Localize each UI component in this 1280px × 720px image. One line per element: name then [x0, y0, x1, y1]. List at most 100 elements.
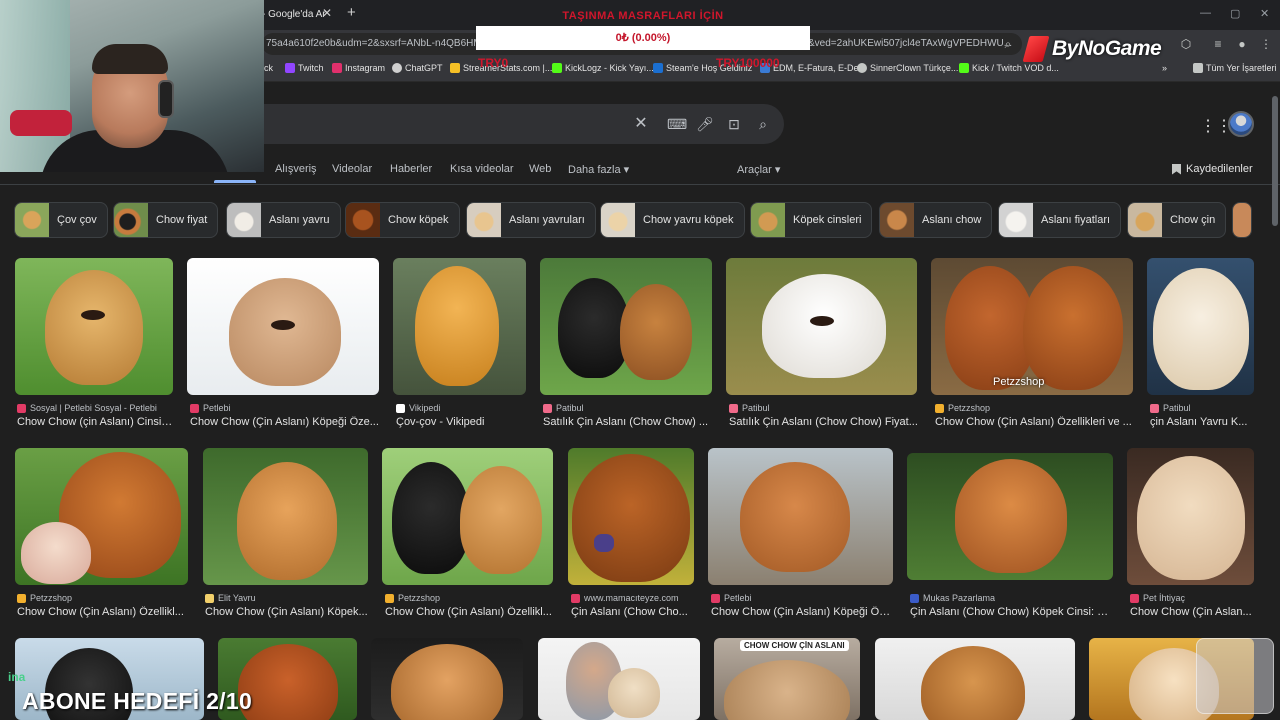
clear-search-icon[interactable]: ✕ — [632, 115, 650, 133]
chip-suggestion[interactable]: Chow fiyat — [113, 202, 219, 238]
chip-suggestion[interactable] — [1232, 202, 1252, 238]
result-title[interactable]: Çin Aslanı (Chow Chow) Köpek Cinsi: Ö... — [910, 606, 1114, 618]
maximize-icon[interactable]: ▢ — [1230, 7, 1240, 20]
chip-suggestion[interactable]: Çov çov — [14, 202, 108, 238]
result-source[interactable]: Petzzshop — [935, 403, 1135, 413]
media-icon[interactable]: ≡ — [1210, 36, 1226, 52]
result-title[interactable]: Çov-çov - Vikipedi — [396, 416, 528, 428]
result-source[interactable]: Patibul — [543, 403, 713, 413]
tools-button[interactable]: Araçlar ▾ — [737, 163, 780, 176]
profile-icon[interactable]: ● — [1234, 36, 1250, 52]
search-icon[interactable]: ⌕ — [754, 115, 772, 133]
tab-short-videos[interactable]: Kısa videolar — [450, 163, 514, 175]
twitch-icon — [285, 63, 295, 73]
result-source[interactable]: Petlebi — [190, 403, 380, 413]
tab-shopping[interactable]: Alışveriş — [275, 163, 317, 175]
result-source[interactable]: Vikipedi — [396, 403, 528, 413]
chip-suggestion[interactable]: Aslanı chow — [879, 202, 993, 238]
result-title[interactable]: Chow Chow (Çin Aslanı) Köpek... — [205, 606, 369, 618]
image-result[interactable] — [15, 448, 188, 585]
chip-thumbnail — [1128, 203, 1162, 237]
image-result[interactable] — [1147, 258, 1254, 395]
image-result[interactable] — [203, 448, 368, 585]
image-result[interactable] — [907, 453, 1113, 580]
image-result[interactable] — [382, 448, 553, 585]
tab-news[interactable]: Haberler — [390, 163, 432, 175]
bookmark-item[interactable]: SinnerClown Türkçe... — [857, 63, 958, 73]
chip-suggestion[interactable]: Aslanı yavru — [226, 202, 341, 238]
image-result[interactable]: Petzzshop — [931, 258, 1133, 395]
dog-shape — [21, 522, 91, 584]
chip-label: Chow fiyat — [156, 214, 208, 226]
new-tab-icon[interactable]: + — [347, 4, 356, 21]
result-source[interactable]: Patibul — [729, 403, 919, 413]
bookmark-item[interactable]: Twitch — [285, 63, 324, 73]
result-title[interactable]: Chow Chow (Çin Aslanı) Köpeği Öz... — [711, 606, 893, 618]
menu-icon[interactable]: ⋮ — [1258, 36, 1274, 52]
result-title[interactable]: Satılık Çin Aslanı (Chow Chow) Fiyat... — [729, 416, 919, 428]
bookmarks-more-icon[interactable]: » — [1162, 63, 1167, 73]
image-result[interactable] — [708, 448, 893, 585]
result-title[interactable]: Çin Aslanı (Chow Cho... — [571, 606, 695, 618]
image-result[interactable] — [1127, 448, 1254, 585]
tab-videos[interactable]: Videolar — [332, 163, 372, 175]
chip-suggestion[interactable]: Chow yavru köpek — [600, 202, 745, 238]
chip-suggestion[interactable]: Chow köpek — [345, 202, 460, 238]
result-source[interactable]: Elit Yavru — [205, 593, 369, 603]
close-window-icon[interactable]: ✕ — [1260, 7, 1269, 20]
image-result[interactable]: CHOW CHOW ÇİN ASLANI — [714, 638, 860, 720]
image-result[interactable] — [15, 258, 173, 395]
result-title[interactable]: Chow Chow (Çin Aslan... — [1130, 606, 1254, 618]
zoom-icon[interactable]: ⌕ — [1000, 36, 1016, 52]
minimize-icon[interactable]: — — [1200, 7, 1211, 19]
image-result[interactable] — [538, 638, 700, 720]
result-title[interactable]: Chow Chow (çin Aslanı) Cinsi ... — [17, 416, 173, 428]
image-result[interactable] — [726, 258, 917, 395]
result-source[interactable]: Petzzshop — [17, 593, 187, 603]
tab-close-icon[interactable]: ✕ — [322, 6, 332, 20]
bookmark-item[interactable]: ck — [264, 63, 273, 73]
image-result[interactable] — [393, 258, 526, 395]
tab-web[interactable]: Web — [529, 163, 551, 175]
result-title[interactable]: Chow Chow (Çin Aslanı) Köpeği Öze... — [190, 416, 380, 428]
extensions-icon[interactable]: ⬡ — [1178, 36, 1194, 52]
result-source[interactable]: Petzzshop — [385, 593, 553, 603]
dog-shape — [620, 284, 692, 380]
bookmark-item[interactable]: Kick / Twitch VOD d... — [959, 63, 1059, 73]
dog-shape — [1137, 456, 1245, 580]
image-result[interactable] — [568, 448, 694, 585]
all-bookmarks[interactable]: Tüm Yer İşaretleri — [1193, 63, 1277, 73]
result-title[interactable]: Chow Chow (Çin Aslanı) Özellikl... — [385, 606, 553, 618]
voice-search-icon[interactable]: 🎤︎ — [696, 115, 714, 133]
result-title[interactable]: Satılık Çin Aslanı (Chow Chow) ... — [543, 416, 713, 428]
saved-button[interactable]: Kaydedilenler — [1172, 163, 1253, 175]
result-source[interactable]: www.mamacıteyze.com — [571, 593, 695, 603]
result-source[interactable]: Mukas Pazarlama — [910, 593, 1114, 603]
avatar[interactable] — [1228, 111, 1254, 137]
chip-suggestion[interactable]: Chow çin — [1127, 202, 1227, 238]
page-scrollbar[interactable] — [1272, 96, 1278, 226]
result-source[interactable]: Sosyal | Petlebi Sosyal - Petlebi — [17, 403, 173, 413]
result-source[interactable]: Pet İhtiyaç — [1130, 593, 1254, 603]
result-source[interactable]: Patibul — [1150, 403, 1254, 413]
dog-tongue — [594, 534, 614, 552]
result-source[interactable]: Petlebi — [711, 593, 893, 603]
image-result[interactable] — [875, 638, 1075, 720]
bookmark-item[interactable]: Instagram — [332, 63, 385, 73]
result-title[interactable]: çin Aslanı Yavru K... — [1150, 416, 1254, 428]
chip-suggestion[interactable]: Aslanı fiyatları — [998, 202, 1122, 238]
result-title[interactable]: Chow Chow (Çin Aslanı) Özellikl... — [17, 606, 187, 618]
lens-icon[interactable]: ⊡ — [725, 115, 743, 133]
chip-suggestion[interactable]: Aslanı yavruları — [466, 202, 596, 238]
result-title[interactable]: Chow Chow (Çin Aslanı) Özellikleri ve ..… — [935, 416, 1135, 428]
image-result[interactable] — [187, 258, 379, 395]
image-result[interactable] — [540, 258, 712, 395]
tab-more[interactable]: Daha fazla ▾ — [568, 163, 629, 176]
streamerstats-icon — [450, 63, 460, 73]
all-bookmarks-label: Tüm Yer İşaretleri — [1206, 63, 1277, 73]
chip-suggestion[interactable]: Köpek cinsleri — [750, 202, 873, 238]
bookmark-item[interactable]: ChatGPT — [392, 63, 443, 73]
image-result[interactable] — [371, 638, 523, 720]
keyboard-icon[interactable]: ⌨ — [667, 115, 687, 133]
bookmark-item[interactable]: KickLogz - Kick Yayı... — [552, 63, 654, 73]
